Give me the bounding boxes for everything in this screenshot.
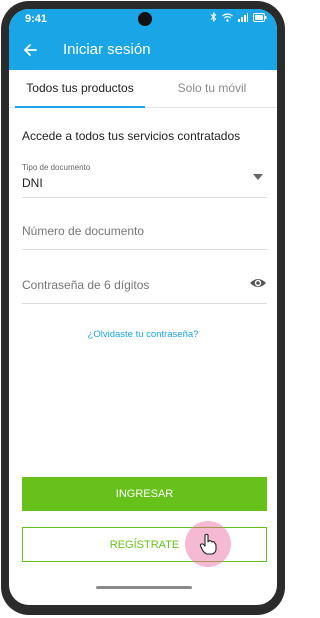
document-type-label: Tipo de documento (22, 163, 91, 172)
back-button[interactable] (19, 39, 41, 61)
register-button-label: REGÍSTRATE (109, 538, 180, 551)
document-number-input[interactable]: Número de documento (22, 217, 267, 250)
status-bar: 9:41 (9, 9, 277, 31)
login-button-label: INGRESAR (115, 488, 174, 500)
document-type-select[interactable]: Tipo de documento DNI (22, 159, 267, 198)
signal-icon (238, 12, 248, 22)
bluetooth-icon (210, 12, 217, 22)
camera-cutout (138, 12, 152, 26)
caret-down-icon (253, 174, 263, 180)
document-type-value: DNI (22, 176, 43, 190)
active-tab-indicator (15, 106, 145, 108)
tab-bar: Todos tus productos Solo tu móvil (9, 70, 277, 108)
home-indicator[interactable] (96, 586, 192, 589)
arrow-left-icon (24, 44, 37, 56)
forgot-password-link[interactable]: ¿Olvidaste tu contraseña? (9, 329, 277, 340)
tab-mobile-only[interactable]: Solo tu móvil (147, 70, 277, 106)
wifi-icon (222, 12, 233, 22)
login-button[interactable]: INGRESAR (22, 477, 267, 511)
page-title: Iniciar sesión (63, 41, 151, 58)
hand-pointer-icon (199, 533, 217, 555)
screen: 9:41 Iniciar sesión Todos tus productos … (9, 9, 277, 605)
battery-icon (253, 12, 267, 22)
eye-icon[interactable] (249, 276, 267, 290)
password-input[interactable]: Contraseña de 6 dígitos (22, 271, 267, 304)
document-number-placeholder: Número de documento (22, 224, 145, 238)
phone-frame: 9:41 Iniciar sesión Todos tus productos … (1, 1, 285, 615)
form-heading: Accede a todos tus servicios contratados (22, 129, 241, 143)
status-icons (210, 12, 267, 22)
app-bar: Iniciar sesión (9, 31, 277, 70)
password-placeholder: Contraseña de 6 dígitos (22, 278, 150, 292)
tab-all-products[interactable]: Todos tus productos (15, 70, 145, 106)
status-time: 9:41 (25, 13, 48, 25)
